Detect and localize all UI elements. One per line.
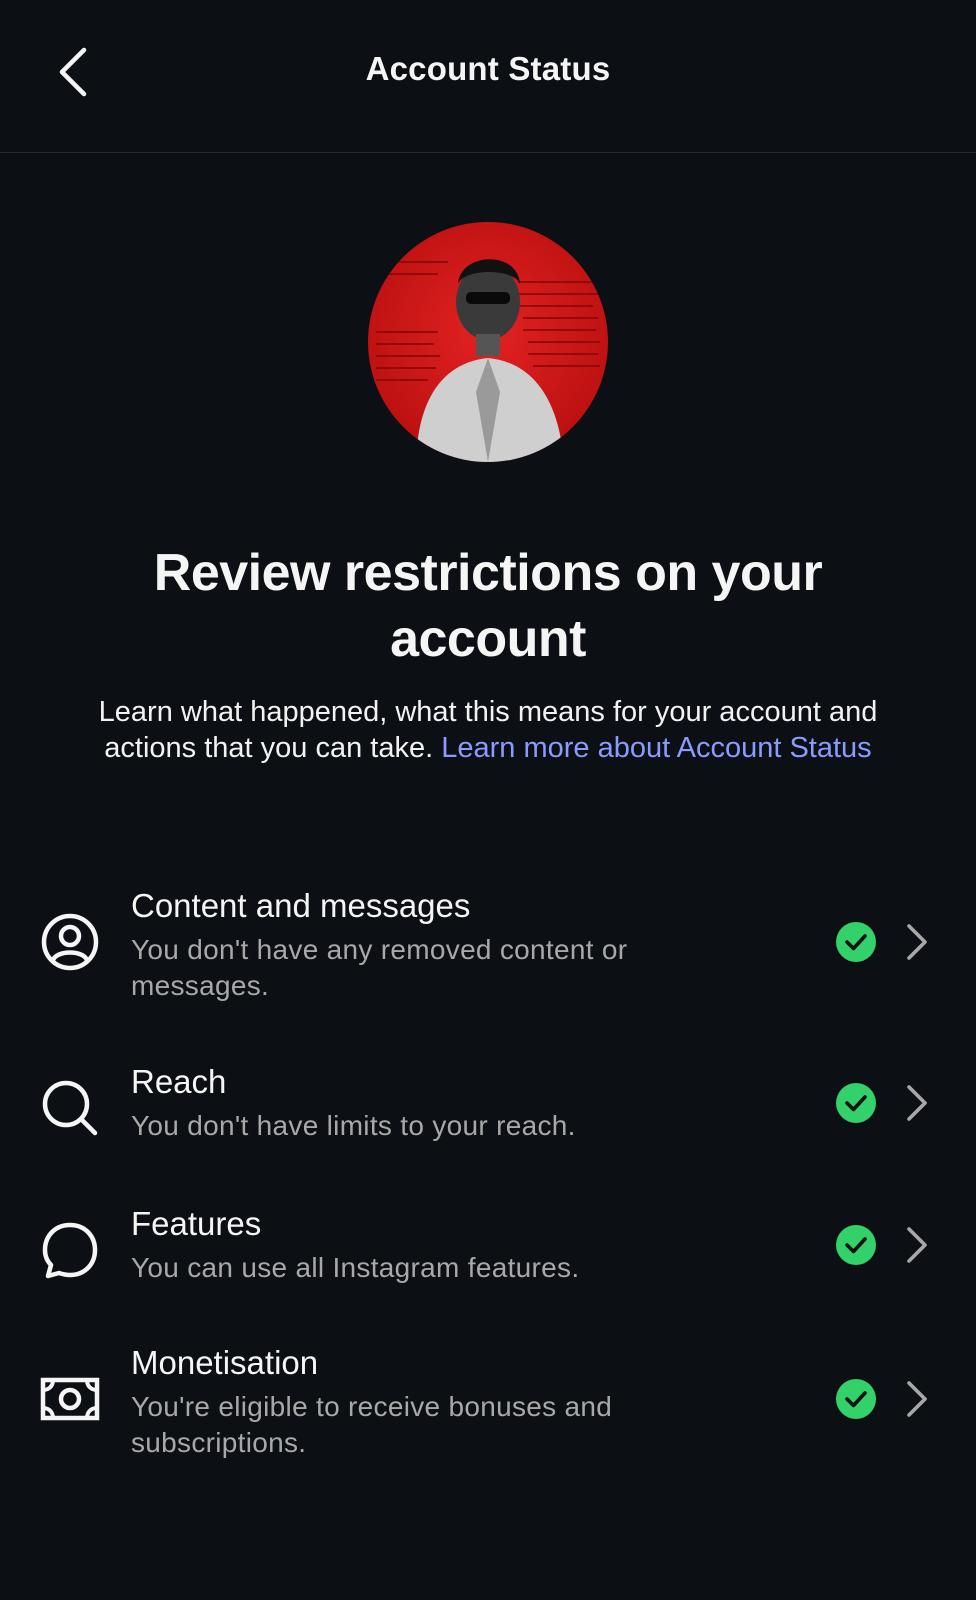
check-circle-icon xyxy=(836,922,876,962)
row-title: Monetisation xyxy=(131,1344,319,1381)
hero-description: Learn what happened, what this means for… xyxy=(70,694,906,766)
row-subtitle: You're eligible to receive bonuses and s… xyxy=(131,1391,613,1458)
row-title: Features xyxy=(131,1205,262,1242)
check-circle-icon xyxy=(836,1379,876,1419)
hero-title: Review restrictions on your account xyxy=(153,544,823,668)
status-row-features[interactable]: Features You can use all Instagram featu… xyxy=(0,1200,976,1310)
avatar xyxy=(368,222,608,462)
chevron-right-icon xyxy=(907,1227,927,1263)
chevron-right-icon xyxy=(907,1085,927,1121)
chevron-right-icon xyxy=(907,924,927,960)
status-row-content-and-messages[interactable]: Content and messages You don't have any … xyxy=(0,880,976,1020)
profile-circle-icon xyxy=(38,910,102,974)
status-row-reach[interactable]: Reach You don't have limits to your reac… xyxy=(0,1058,976,1168)
check-circle-icon xyxy=(836,1225,876,1265)
row-title: Reach xyxy=(131,1063,227,1100)
top-bar: Account Status xyxy=(0,0,976,153)
learn-more-link[interactable]: Learn more about Account Status xyxy=(441,732,871,764)
row-subtitle: You can use all Instagram features. xyxy=(131,1252,580,1283)
search-icon xyxy=(38,1076,102,1140)
row-title: Content and messages xyxy=(131,887,471,924)
speech-bubble-icon xyxy=(38,1218,102,1282)
row-subtitle: You don't have any removed content or me… xyxy=(131,934,628,1001)
page-title: Account Status xyxy=(365,50,611,87)
money-icon xyxy=(38,1367,102,1431)
check-circle-icon xyxy=(836,1083,876,1123)
row-subtitle: You don't have limits to your reach. xyxy=(131,1110,576,1141)
chevron-right-icon xyxy=(907,1381,927,1417)
status-row-monetisation[interactable]: Monetisation You're eligible to receive … xyxy=(0,1343,976,1483)
